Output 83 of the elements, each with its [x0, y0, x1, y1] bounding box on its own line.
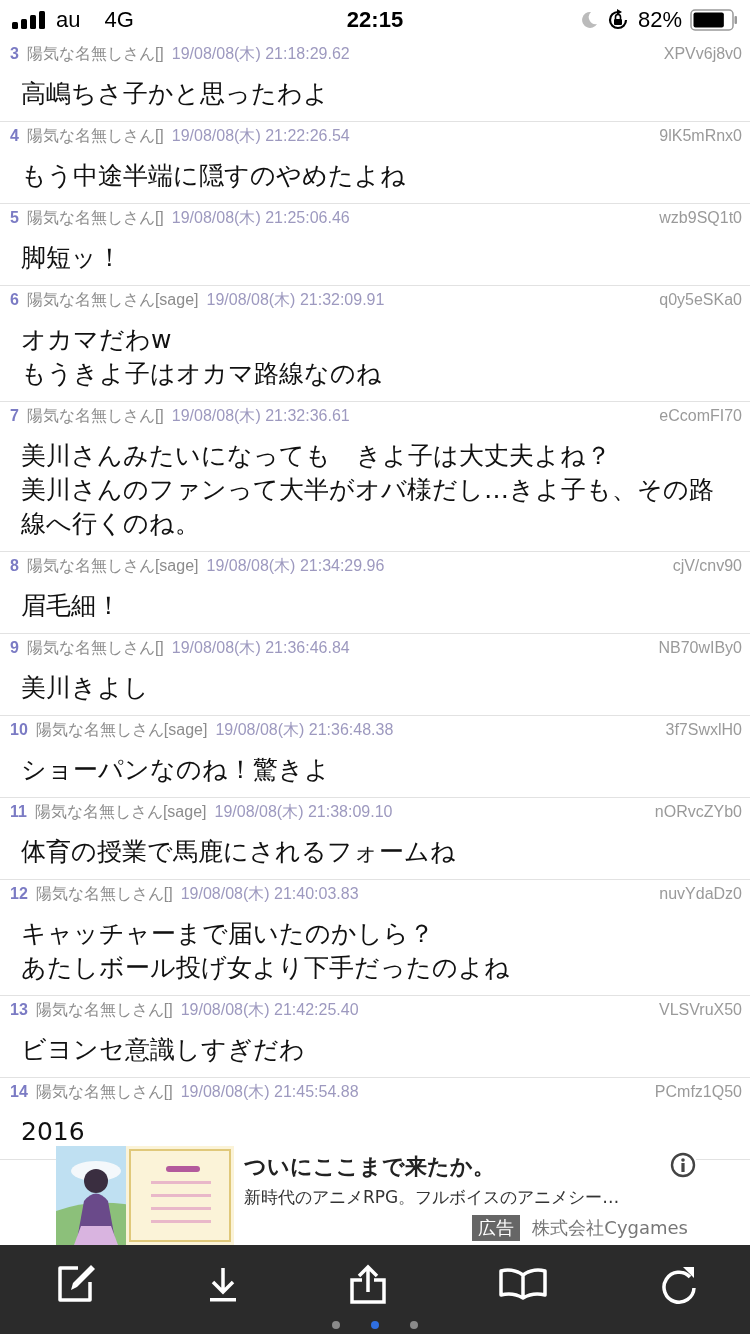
post-date: 19/08/08(木) 21:42:25.40	[180, 999, 359, 1020]
post-date: 19/08/08(木) 21:25:06.46	[171, 207, 350, 228]
info-icon[interactable]	[670, 1152, 696, 1178]
signal-icon	[12, 11, 46, 29]
poster-name: 陽気な名無しさん[]	[35, 883, 173, 904]
ad-description: 新時代のアニメRPG。フルボイスのアニメシー…	[244, 1186, 621, 1209]
poster-id[interactable]: NB70wIBy0	[658, 639, 742, 657]
poster-id[interactable]: nuvYdaDz0	[659, 885, 742, 903]
poster-id[interactable]: 9lK5mRnx0	[659, 127, 742, 145]
advertiser-name: 株式会社Cygames	[532, 1216, 688, 1240]
carrier-label: au	[56, 7, 81, 33]
post-number[interactable]: 6	[10, 291, 19, 309]
post-date: 19/08/08(木) 21:18:29.62	[171, 43, 350, 64]
post-number[interactable]: 14	[10, 1083, 28, 1101]
post-text: オカマだわw	[21, 324, 173, 356]
post-number[interactable]: 5	[10, 209, 19, 227]
post-number[interactable]: 10	[10, 721, 28, 739]
post-number[interactable]: 12	[10, 885, 28, 903]
poster-id[interactable]: cjV/cnv90	[672, 557, 742, 575]
post-text: 2016	[21, 1116, 86, 1148]
ad-banner[interactable]: ついにここまで来たか。 新時代のアニメRPG。フルボイスのアニメシー… 広告 株式会社Cygames	[56, 1146, 696, 1245]
download-icon[interactable]	[209, 1266, 237, 1302]
clock-time: 22:15	[345, 7, 405, 33]
post-text: 眉毛細！	[21, 590, 122, 622]
post-text: 体育の授業で馬鹿にされるフォームね	[21, 836, 457, 868]
post-text: キャッチャーまで届いたのかしら？	[21, 918, 435, 950]
poster-id[interactable]: wzb9SQ1t0	[659, 209, 742, 227]
post-date: 19/08/08(木) 21:40:03.83	[180, 883, 359, 904]
poster-name: 陽気な名無しさん[]	[26, 637, 164, 658]
post-text: 美川きよし	[21, 672, 150, 704]
post-date: 19/08/08(木) 21:36:48.38	[215, 719, 394, 740]
post-number[interactable]: 8	[10, 557, 19, 575]
compose-icon[interactable]	[56, 1264, 96, 1304]
poster-name: 陽気な名無しさん[]	[26, 207, 164, 228]
post-text: もう中途半端に隠すのやめたよね	[21, 160, 407, 192]
page-dot[interactable]	[410, 1321, 418, 1329]
post-text: ビヨンセ意識しすぎだわ	[21, 1034, 306, 1066]
post-date: 19/08/08(木) 21:32:36.61	[171, 405, 350, 426]
ad-title: ついにここまで来たか。	[244, 1153, 495, 1181]
network-label: 4G	[104, 7, 134, 33]
ad-label: 広告	[472, 1215, 521, 1241]
post-date: 19/08/08(木) 21:34:29.96	[206, 555, 385, 576]
poster-id[interactable]: 3f7SwxlH0	[665, 721, 742, 739]
poster-id[interactable]: PCmfz1Q50	[654, 1083, 742, 1101]
poster-id[interactable]: eCcomFI70	[659, 407, 742, 425]
post-text: もうきよ子はオカマ路線なのね	[21, 358, 383, 390]
post-date: 19/08/08(木) 21:22:26.54	[171, 125, 350, 146]
poster-id[interactable]: q0y5eSKa0	[659, 291, 742, 309]
poster-id[interactable]: VLSVruX50	[659, 1001, 742, 1019]
post-number[interactable]: 4	[10, 127, 19, 145]
post-text: 美川さんのファンって大半がオバ様だし…きよ子も、その路線へ行くのね。	[21, 474, 715, 540]
post-number[interactable]: 9	[10, 639, 19, 657]
poster-name: 陽気な名無しさん[]	[26, 125, 164, 146]
post-date: 19/08/08(木) 21:36:46.84	[171, 637, 350, 658]
post-text: 脚短ッ！	[21, 242, 123, 274]
poster-name: 陽気な名無しさん[]	[35, 1081, 173, 1102]
poster-name: 陽気な名無しさん[sage]	[26, 555, 199, 576]
poster-id[interactable]: XPVv6j8v0	[663, 45, 742, 63]
post-number[interactable]: 7	[10, 407, 19, 425]
page-dot[interactable]	[371, 1321, 379, 1329]
post-text: あたしボール投げ女より下手だったのよね	[21, 952, 511, 984]
battery-icon	[690, 9, 738, 31]
battery-percent: 82%	[637, 7, 682, 33]
post-date: 19/08/08(木) 21:32:09.91	[206, 289, 385, 310]
poster-name: 陽気な名無しさん[]	[35, 999, 173, 1020]
moon-icon	[579, 11, 598, 29]
post-text: 美川さんみたいになっても きよ子は大丈夫よね？	[21, 440, 612, 472]
poster-name: 陽気な名無しさん[sage]	[26, 289, 199, 310]
post-number[interactable]: 11	[10, 803, 27, 821]
post-number[interactable]: 13	[10, 1001, 28, 1019]
post-date: 19/08/08(木) 21:38:09.10	[214, 801, 393, 822]
post-date: 19/08/08(木) 21:45:54.88	[180, 1081, 359, 1102]
post-text: ショーパンなのね！驚きよ	[21, 754, 331, 786]
poster-name: 陽気な名無しさん[sage]	[34, 801, 207, 822]
book-icon[interactable]	[499, 1267, 547, 1301]
poster-name: 陽気な名無しさん[sage]	[35, 719, 208, 740]
page-dot[interactable]	[332, 1321, 340, 1329]
post-number[interactable]: 3	[10, 45, 19, 63]
poster-id[interactable]: nORvcZYb0	[654, 803, 742, 821]
post-text: 高嶋ちさ子かと思ったわよ	[21, 78, 330, 110]
poster-name: 陽気な名無しさん[]	[26, 405, 164, 426]
share-icon[interactable]	[350, 1264, 386, 1304]
poster-name: 陽気な名無しさん[]	[26, 43, 164, 64]
